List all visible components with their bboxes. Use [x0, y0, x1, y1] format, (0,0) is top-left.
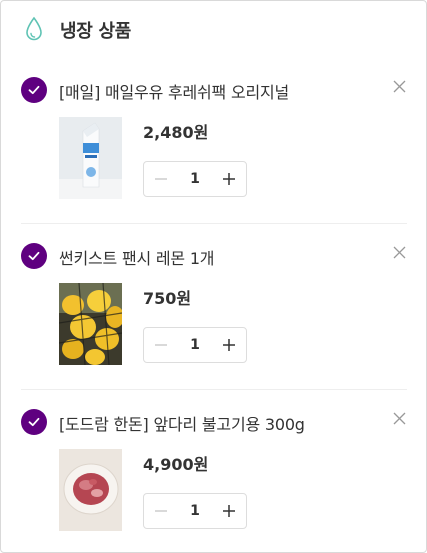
item-name[interactable]: 썬키스트 팬시 레몬 1개 [59, 245, 215, 269]
item-price: 4,900원 [143, 455, 209, 474]
cart-section-refrigerated: 냉장 상품 [매일] 매일우유 후레쉬팩 오리지널 2,480원 1 썬키스트 … [0, 0, 427, 553]
quantity-value: 1 [190, 503, 200, 519]
plus-icon [223, 339, 235, 351]
quantity-value: 1 [190, 337, 200, 353]
quantity-stepper: 1 [143, 161, 247, 197]
remove-item-button[interactable] [390, 77, 408, 95]
item-name[interactable]: [매일] 매일우유 후레쉬팩 오리지널 [59, 79, 289, 103]
decrease-quantity-button[interactable] [144, 328, 178, 362]
item-select-checkbox[interactable] [21, 77, 47, 103]
increase-quantity-button[interactable] [212, 328, 246, 362]
item-name[interactable]: [도드람 한돈] 앞다리 불고기용 300g [59, 411, 305, 435]
decrease-quantity-button[interactable] [144, 162, 178, 196]
item-divider [21, 223, 407, 224]
decrease-quantity-button[interactable] [144, 494, 178, 528]
quantity-value: 1 [190, 171, 200, 187]
cart-item: [도드람 한돈] 앞다리 불고기용 300g 4,900원 1 [1, 395, 426, 552]
pork-plate-image[interactable] [59, 449, 122, 531]
section-header: 냉장 상품 [1, 1, 426, 61]
minus-icon [155, 510, 167, 512]
check-icon [28, 85, 40, 95]
minus-icon [155, 178, 167, 180]
item-price: 2,480원 [143, 123, 209, 142]
cart-item: 썬키스트 팬시 레몬 1개 750원 1 [1, 229, 426, 395]
check-icon [28, 417, 40, 427]
close-icon [393, 80, 405, 92]
quantity-stepper: 1 [143, 493, 247, 529]
quantity-stepper: 1 [143, 327, 247, 363]
lemons-image[interactable] [59, 283, 122, 365]
section-title: 냉장 상품 [60, 21, 132, 42]
remove-item-button[interactable] [390, 243, 408, 261]
close-icon [393, 246, 405, 258]
minus-icon [155, 344, 167, 346]
milk-carton-image[interactable] [59, 117, 122, 199]
plus-icon [223, 505, 235, 517]
close-icon [393, 412, 405, 424]
plus-icon [223, 173, 235, 185]
increase-quantity-button[interactable] [212, 162, 246, 196]
item-price: 750원 [143, 289, 192, 308]
remove-item-button[interactable] [390, 409, 408, 427]
check-icon [28, 251, 40, 261]
item-select-checkbox[interactable] [21, 243, 47, 269]
increase-quantity-button[interactable] [212, 494, 246, 528]
water-drop-icon [26, 16, 42, 41]
item-divider [21, 389, 407, 390]
item-select-checkbox[interactable] [21, 409, 47, 435]
cart-item: [매일] 매일우유 후레쉬팩 오리지널 2,480원 1 [1, 63, 426, 229]
